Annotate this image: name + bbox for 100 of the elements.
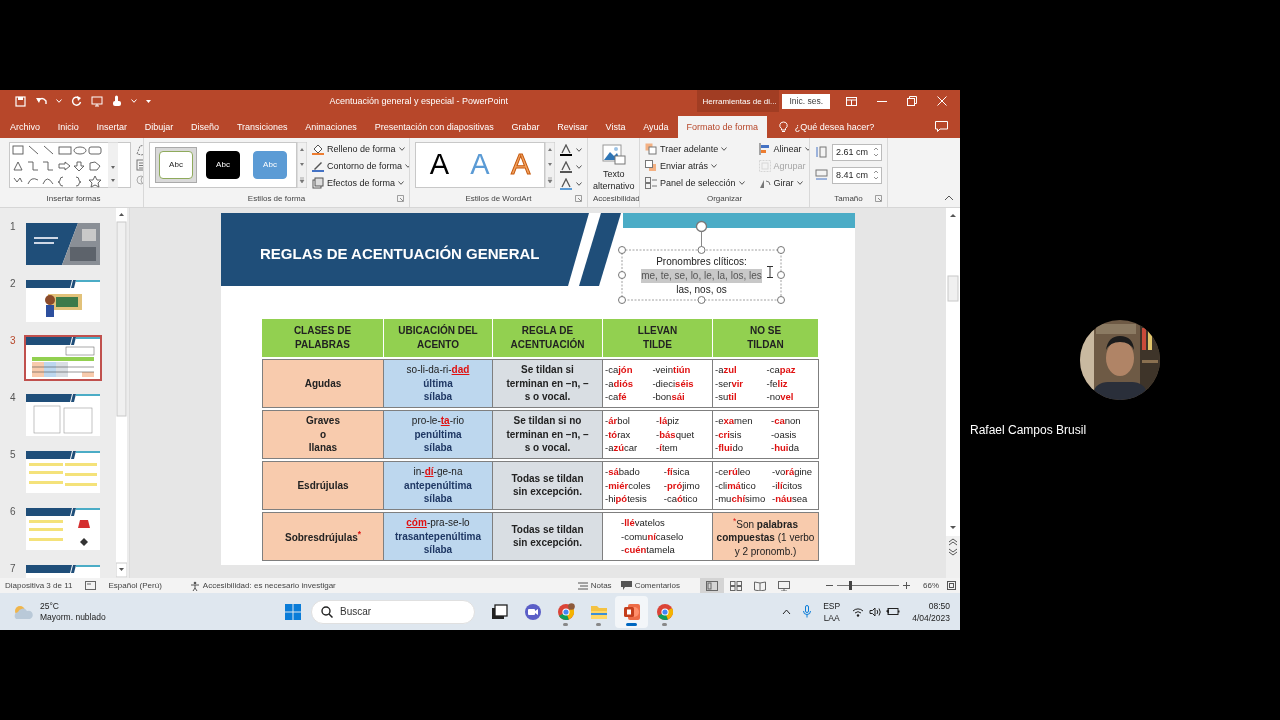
ribbon-tab[interactable]: Animaciones: [296, 115, 366, 138]
language-indicator[interactable]: Español (Perú): [108, 581, 162, 591]
lightbulb-icon[interactable]: [778, 120, 788, 133]
slide-thumbnail[interactable]: [26, 450, 100, 493]
ribbon-tab[interactable]: Dibujar: [135, 115, 183, 138]
previous-slide-icon[interactable]: [948, 537, 958, 546]
shape-style-swatch[interactable]: Abc: [159, 150, 193, 179]
slide-thumbnail[interactable]: [26, 222, 100, 265]
wifi-icon[interactable]: [852, 606, 865, 617]
slide-notes-icon[interactable]: [85, 581, 97, 591]
clock-date[interactable]: 4/04/2023: [912, 611, 950, 624]
command-button[interactable]: Enviar atrás: [645, 158, 745, 173]
spinner-icon[interactable]: [873, 169, 879, 182]
group-label: Insertar formas: [46, 193, 101, 203]
ribbon-tab[interactable]: Grabar: [502, 115, 549, 138]
shape-gallery[interactable]: [9, 141, 131, 188]
comment-icon[interactable]: [935, 121, 948, 133]
group-icon: [758, 159, 771, 172]
touch-icon[interactable]: [112, 95, 122, 107]
tell-me-search[interactable]: ¿Qué desea hacer?: [794, 121, 875, 132]
sign-in-button[interactable]: Inic. ses.: [782, 93, 830, 109]
rule-cell: Se tildan si no terminan en –n, – s o vocal.: [493, 409, 603, 459]
start-icon[interactable]: [285, 603, 301, 620]
text-effects-icon[interactable]: [560, 177, 572, 190]
alt-text-button[interactable]: Texto alternativo: [593, 141, 635, 192]
ribbon-tab[interactable]: Ayuda: [634, 115, 678, 138]
word-class-cell: Esdrújulas: [262, 460, 384, 510]
presentation-icon[interactable]: [91, 95, 103, 107]
command-button[interactable]: Girar: [758, 175, 809, 190]
spinner-icon[interactable]: [873, 146, 879, 159]
dialog-launcher-icon[interactable]: [575, 194, 582, 202]
effects-icon: [312, 176, 324, 189]
temperature: 25°C: [40, 600, 60, 612]
restore-icon[interactable]: [907, 96, 917, 106]
scrollbar[interactable]: [116, 207, 127, 579]
wordart-style[interactable]: A: [426, 148, 453, 182]
textbox-heading: Pronombres clíticos:: [656, 254, 747, 269]
zoom-in-icon[interactable]: [903, 582, 910, 590]
comments-button[interactable]: Comentarios: [620, 581, 680, 591]
selection-frame[interactable]: [618, 245, 785, 304]
fill-bucket-icon: [312, 142, 324, 155]
redo-icon[interactable]: [71, 95, 82, 107]
notes-button[interactable]: Notas: [577, 581, 612, 591]
ribbon-tab[interactable]: Transiciones: [228, 115, 297, 138]
scrollbar[interactable]: [946, 207, 960, 536]
text-outline-icon[interactable]: [560, 160, 572, 173]
browser-icon: [655, 602, 674, 621]
example-word: -adiós: [605, 376, 634, 391]
save-icon[interactable]: [15, 95, 26, 107]
example-word: -caótico: [663, 492, 699, 506]
collapse-ribbon-icon[interactable]: [944, 194, 954, 201]
ribbon-tab[interactable]: Revisar: [548, 115, 597, 138]
command-button[interactable]: Efectos de forma: [312, 175, 409, 190]
slide-thumbnail[interactable]: [26, 336, 100, 379]
fit-slide-icon[interactable]: [947, 581, 956, 591]
accessibility-status[interactable]: Accesibilidad: es necesario investigar: [202, 581, 336, 591]
next-slide-icon[interactable]: [948, 547, 958, 556]
slide-thumbnail[interactable]: [26, 507, 100, 550]
accessibility-icon[interactable]: [189, 580, 200, 591]
ribbon-tab[interactable]: Inicio: [48, 115, 88, 138]
ribbon-tab[interactable]: Insertar: [87, 115, 136, 138]
command-button[interactable]: Relleno de forma: [312, 141, 409, 156]
dialog-launcher-icon[interactable]: [397, 194, 404, 202]
show-hidden-icons-icon[interactable]: [782, 608, 792, 615]
clock-time[interactable]: 08:50: [928, 599, 950, 612]
search-field[interactable]: Buscar: [311, 599, 475, 624]
gallery-scroll-icon[interactable]: [297, 141, 307, 188]
command-button[interactable]: Alinear: [758, 141, 809, 156]
gallery-scroll-icon[interactable]: [545, 141, 555, 188]
zoom-level[interactable]: 66%: [923, 581, 939, 591]
command-button[interactable]: Traer adelante: [645, 141, 745, 156]
microphone-icon[interactable]: [803, 605, 812, 619]
example-word: -básquet: [656, 427, 696, 442]
example-word: -física: [663, 465, 691, 479]
example-word: -crisis: [715, 427, 743, 442]
volume-icon[interactable]: [869, 606, 882, 617]
caret-icon: [576, 164, 582, 169]
battery-icon[interactable]: [886, 607, 901, 617]
ribbon-tab[interactable]: Formato de forma: [677, 115, 767, 138]
customize-icon[interactable]: [146, 98, 151, 104]
input-language[interactable]: ESP: [823, 599, 841, 612]
ribbon-tab[interactable]: Vista: [596, 115, 635, 138]
view-button[interactable]: [700, 578, 724, 594]
slide-thumbnail[interactable]: [26, 279, 100, 322]
zoom-slider-thumb[interactable]: [849, 581, 853, 591]
command-button[interactable]: Contorno de forma: [312, 158, 409, 173]
undo-icon[interactable]: [35, 96, 47, 106]
slide-thumbnail[interactable]: [26, 393, 100, 436]
command-button[interactable]: Panel de selección: [645, 175, 745, 190]
ribbon-tab[interactable]: Presentación con diapositivas: [365, 115, 503, 138]
ribbon-tab[interactable]: Diseño: [182, 115, 228, 138]
input-language[interactable]: LAA: [823, 611, 840, 624]
close-icon[interactable]: [937, 96, 947, 106]
dialog-launcher-icon[interactable]: [875, 194, 882, 202]
size-field[interactable]: 8.41 cm: [832, 166, 882, 184]
shape-style-swatch[interactable]: Abc: [206, 150, 240, 179]
ribbon-display-icon[interactable]: [846, 96, 857, 106]
ribbon-tab[interactable]: Archivo: [1, 115, 49, 138]
text-fill-icon[interactable]: [560, 143, 572, 156]
size-field[interactable]: 2.61 cm: [832, 143, 882, 161]
